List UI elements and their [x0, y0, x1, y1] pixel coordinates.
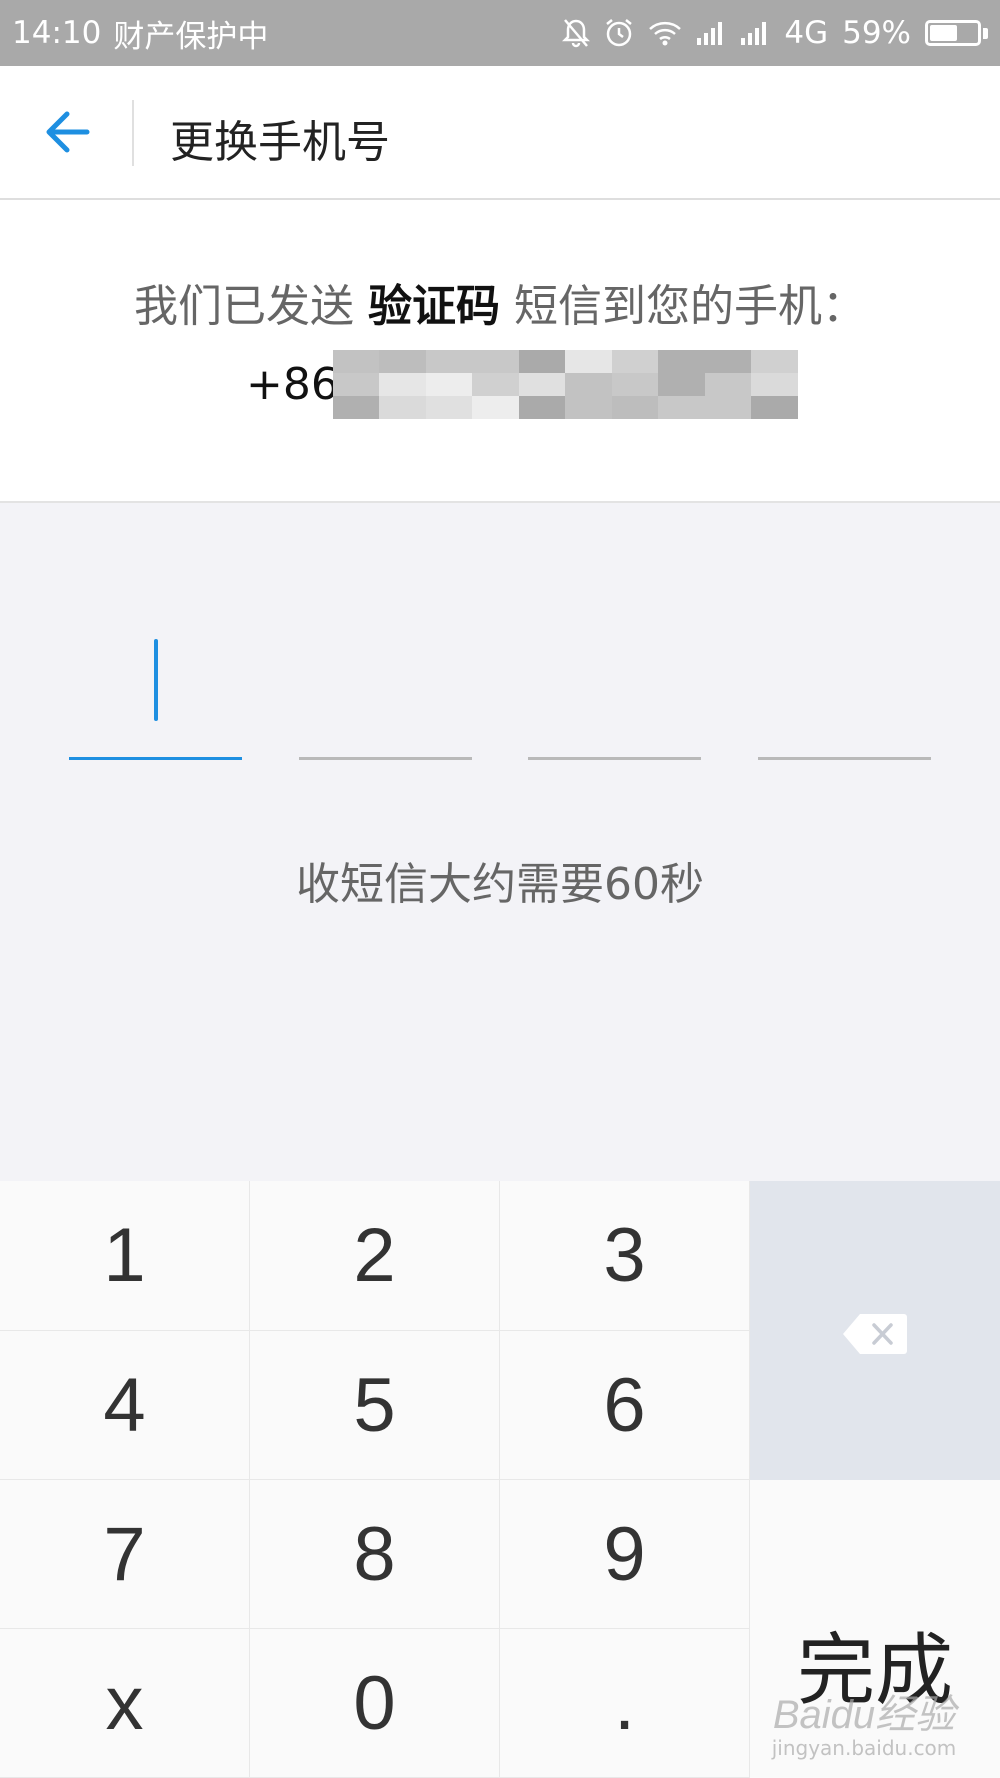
signal-icon	[740, 20, 770, 46]
mosaic-cell	[518, 372, 566, 396]
page-title: 更换手机号	[170, 117, 390, 168]
status-left: 14:10 财产保护中	[12, 11, 268, 56]
mosaic-cell	[425, 372, 473, 396]
code-underline	[299, 757, 472, 760]
mosaic-cell	[379, 372, 426, 396]
mosaic-cell	[751, 349, 798, 373]
appbar-divider	[132, 100, 134, 166]
mosaic-cell	[658, 395, 705, 419]
key-0[interactable]: 0	[250, 1629, 500, 1778]
mosaic-cell	[565, 395, 612, 419]
battery-percent: 59%	[842, 15, 911, 51]
mosaic-cell	[751, 395, 798, 419]
mosaic-cell	[658, 349, 705, 373]
mosaic-cell	[611, 395, 659, 419]
arrow-left-icon	[43, 110, 91, 158]
status-time: 14:10	[12, 15, 102, 51]
mosaic-cell	[704, 372, 752, 396]
code-box-1[interactable]	[69, 615, 242, 760]
sms-prefix: 我们已发送	[134, 281, 354, 332]
key-3[interactable]: 3	[500, 1181, 750, 1331]
code-underline	[69, 757, 242, 760]
backspace-icon	[842, 1287, 908, 1374]
mosaic-cell	[379, 349, 426, 373]
mosaic-cell	[425, 349, 473, 373]
status-bar: 14:10 财产保护中 4G 59%	[0, 0, 1000, 66]
numeric-keypad: 1 2 3 4 5 6 7 8 9 x 0 . 完成	[0, 1181, 1000, 1778]
sms-suffix: 短信到您的手机：	[514, 281, 866, 332]
phone-number: +86	[246, 349, 798, 419]
mosaic-cell	[565, 372, 612, 396]
key-6[interactable]: 6	[500, 1331, 750, 1480]
phone-prefix: +86	[246, 358, 339, 410]
code-box-4[interactable]	[758, 615, 931, 760]
key-9[interactable]: 9	[500, 1480, 750, 1629]
mosaic-cell	[611, 349, 659, 373]
sms-message: 我们已发送 验证码 短信到您的手机： +86	[0, 200, 1000, 503]
mosaic-cell	[332, 349, 380, 373]
mosaic-cell	[472, 372, 519, 396]
mosaic-cell	[611, 372, 659, 396]
key-7[interactable]: 7	[0, 1480, 250, 1629]
phone-mosaic	[332, 349, 798, 419]
mosaic-cell	[332, 372, 380, 396]
mosaic-cell	[472, 395, 519, 419]
code-box-2[interactable]	[299, 615, 472, 760]
wifi-icon	[648, 20, 682, 46]
key-x[interactable]: x	[0, 1629, 250, 1778]
network-type: 4G	[784, 15, 829, 51]
mosaic-cell	[704, 349, 752, 373]
alarm-icon	[604, 18, 634, 48]
mosaic-cell	[425, 395, 473, 419]
mosaic-cell	[658, 372, 705, 396]
mosaic-cell	[751, 372, 798, 396]
mosaic-cell	[518, 395, 566, 419]
delete-button[interactable]	[750, 1181, 1000, 1480]
back-button[interactable]	[22, 99, 112, 169]
code-box-3[interactable]	[528, 615, 701, 760]
key-5[interactable]: 5	[250, 1331, 500, 1480]
done-button[interactable]: 完成	[750, 1480, 1000, 1778]
code-input-area: 收短信大约需要60秒	[0, 503, 1000, 1181]
mosaic-cell	[565, 349, 612, 373]
mosaic-cell	[379, 395, 426, 419]
key-1[interactable]: 1	[0, 1181, 250, 1331]
key-8[interactable]: 8	[250, 1480, 500, 1629]
code-underline	[758, 757, 931, 760]
mosaic-cell	[518, 349, 566, 373]
bell-off-icon	[562, 18, 591, 48]
signal-icon	[696, 20, 726, 46]
app-bar: 更换手机号	[0, 66, 1000, 200]
sms-sent-text: 我们已发送 验证码 短信到您的手机：	[0, 270, 1000, 334]
key-dot[interactable]: .	[500, 1629, 750, 1778]
mosaic-cell	[704, 395, 752, 419]
key-2[interactable]: 2	[250, 1181, 500, 1331]
sms-hint: 收短信大约需要60秒	[296, 859, 704, 910]
mosaic-cell	[332, 395, 380, 419]
key-4[interactable]: 4	[0, 1331, 250, 1480]
battery-icon	[925, 20, 988, 46]
sms-bold: 验证码	[368, 281, 500, 332]
mosaic-cell	[472, 349, 519, 373]
input-caret	[154, 639, 158, 721]
code-underline	[528, 757, 701, 760]
status-notice: 财产保护中	[113, 18, 269, 55]
status-right: 4G 59%	[562, 15, 988, 51]
